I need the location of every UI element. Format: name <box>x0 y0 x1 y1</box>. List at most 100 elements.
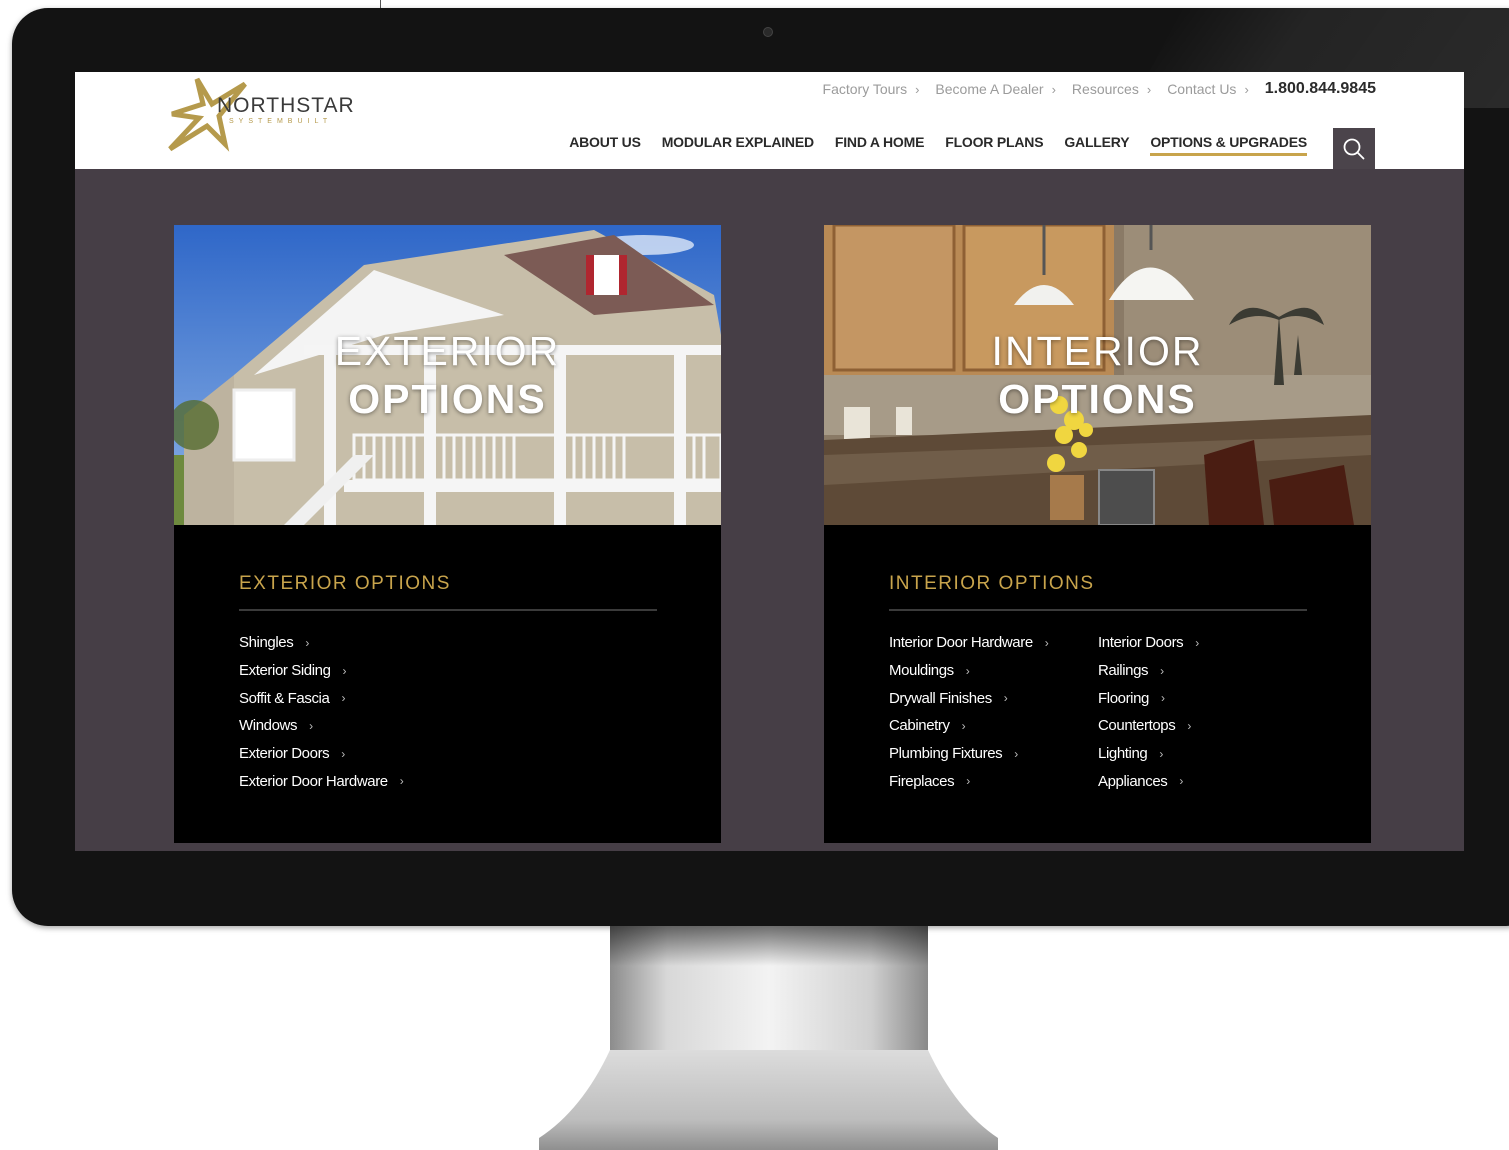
chevron-right-icon: › <box>1146 81 1152 97</box>
link-fireplaces[interactable]: Fireplaces › <box>889 767 1098 795</box>
interior-section-title: INTERIOR OPTIONS <box>889 573 1307 611</box>
link-exterior-door-hardware[interactable]: Exterior Door Hardware › <box>239 767 455 795</box>
link-label: Lighting <box>1098 745 1148 763</box>
link-label: Interior Door Hardware <box>889 634 1033 652</box>
link-exterior-doors[interactable]: Exterior Doors › <box>239 740 455 768</box>
hero-title-line2: OPTIONS <box>348 376 547 422</box>
link-cabinetry[interactable]: Cabinetry › <box>889 712 1098 740</box>
link-lighting[interactable]: Lighting › <box>1098 740 1307 768</box>
camera-icon <box>763 27 773 37</box>
interior-options-card: INTERIOR OPTIONS INTERIOR OPTIONS Interi… <box>824 225 1371 843</box>
phone-number[interactable]: 1.800.844.9845 <box>1265 80 1376 98</box>
link-interior-doors[interactable]: Interior Doors › <box>1098 629 1307 657</box>
nav-gallery[interactable]: GALLERY <box>1064 134 1129 156</box>
link-label: Mouldings <box>889 662 954 680</box>
link-windows[interactable]: Windows › <box>239 712 455 740</box>
link-label: Drywall Finishes <box>889 689 992 707</box>
link-label: Plumbing Fixtures <box>889 745 1003 763</box>
exterior-section-title: EXTERIOR OPTIONS <box>239 573 657 611</box>
interior-hero-title: INTERIOR OPTIONS <box>824 327 1371 423</box>
exterior-hero-image[interactable]: EXTERIOR OPTIONS <box>174 225 721 525</box>
stand-shadow <box>610 926 928 966</box>
util-link-contact-us[interactable]: Contact Us › <box>1167 81 1249 97</box>
link-label: Cabinetry <box>889 717 950 735</box>
nav-modular-explained[interactable]: MODULAR EXPLAINED <box>662 134 814 156</box>
hero-title-line1: INTERIOR <box>991 328 1204 374</box>
util-link-label: Become A Dealer <box>935 81 1044 97</box>
site-header: NORTHSTAR SYSTEMBUILT Factory Tours › Be… <box>75 72 1464 169</box>
link-flooring[interactable]: Flooring › <box>1098 684 1307 712</box>
search-button[interactable] <box>1333 128 1375 169</box>
link-shingles[interactable]: Shingles › <box>239 629 455 657</box>
chevron-right-icon: › <box>1179 774 1183 789</box>
utility-nav: Factory Tours › Become A Dealer › Resour… <box>807 80 1376 98</box>
link-label: Interior Doors <box>1098 634 1184 652</box>
chevron-right-icon: › <box>1051 81 1056 97</box>
link-label: Countertops <box>1098 717 1176 735</box>
link-plumbing-fixtures[interactable]: Plumbing Fixtures › <box>889 740 1098 768</box>
link-mouldings[interactable]: Mouldings › <box>889 657 1098 685</box>
util-link-become-a-dealer[interactable]: Become A Dealer › <box>935 81 1056 97</box>
chevron-right-icon: › <box>965 663 970 678</box>
chevron-right-icon: › <box>305 635 309 650</box>
monitor-stand-base <box>539 1050 998 1150</box>
chevron-right-icon: › <box>1003 691 1008 706</box>
link-column: Interior Doors › Railings › Flooring › Coun… <box>1098 629 1307 795</box>
chevron-right-icon: › <box>961 718 966 733</box>
chevron-right-icon: › <box>342 663 347 678</box>
link-label: Exterior Door Hardware <box>239 772 388 790</box>
logo[interactable]: NORTHSTAR SYSTEMBUILT <box>167 74 367 154</box>
main-nav: ABOUT US MODULAR EXPLAINED FIND A HOME F… <box>548 134 1307 156</box>
chevron-right-icon: › <box>1160 663 1164 678</box>
chevron-right-icon: › <box>1014 746 1018 761</box>
link-label: Shingles <box>239 634 294 652</box>
exterior-link-list: Shingles › Exterior Siding › Soffit & Fasc… <box>239 629 657 795</box>
util-link-label: Factory Tours <box>822 81 908 97</box>
link-label: Windows <box>239 717 298 735</box>
chevron-right-icon: › <box>309 718 313 733</box>
link-appliances[interactable]: Appliances › <box>1098 767 1307 795</box>
hero-title-line2: OPTIONS <box>998 376 1197 422</box>
link-exterior-siding[interactable]: Exterior Siding › <box>239 657 455 685</box>
link-label: Flooring <box>1098 689 1149 707</box>
link-railings[interactable]: Railings › <box>1098 657 1307 685</box>
hero-title-line1: EXTERIOR <box>334 328 561 374</box>
link-label: Fireplaces <box>889 772 955 790</box>
nav-options-upgrades[interactable]: OPTIONS & UPGRADES <box>1150 134 1307 156</box>
brand-tagline: SYSTEMBUILT <box>229 118 333 125</box>
chevron-right-icon: › <box>1195 635 1199 650</box>
link-interior-door-hardware[interactable]: Interior Door Hardware › <box>889 629 1098 657</box>
brand-name: NORTHSTAR <box>217 94 355 117</box>
util-link-resources[interactable]: Resources › <box>1072 81 1151 97</box>
interior-hero-image[interactable]: INTERIOR OPTIONS <box>824 225 1371 525</box>
search-icon <box>1343 138 1365 159</box>
link-label: Exterior Siding <box>239 662 331 680</box>
chevron-right-icon: › <box>1187 718 1191 733</box>
website-screen: NORTHSTAR SYSTEMBUILT Factory Tours › Be… <box>75 72 1464 851</box>
chevron-right-icon: › <box>341 746 345 761</box>
link-drywall-finishes[interactable]: Drywall Finishes › <box>889 684 1098 712</box>
link-label: Exterior Doors <box>239 745 330 763</box>
interior-link-list: Interior Door Hardware › Mouldings › Drywa… <box>889 629 1307 795</box>
link-countertops[interactable]: Countertops › <box>1098 712 1307 740</box>
chevron-right-icon: › <box>1159 746 1163 761</box>
nav-about-us[interactable]: ABOUT US <box>569 134 641 156</box>
nav-floor-plans[interactable]: FLOOR PLANS <box>945 134 1043 156</box>
chevron-right-icon: › <box>341 691 346 706</box>
chevron-right-icon: › <box>915 81 920 97</box>
exterior-options-card: EXTERIOR OPTIONS EXTERIOR OPTIONS Shingl… <box>174 225 721 843</box>
util-link-label: Resources <box>1071 81 1139 97</box>
util-link-label: Contact Us <box>1167 81 1237 97</box>
chevron-right-icon: › <box>1244 81 1249 97</box>
link-soffit-fascia[interactable]: Soffit & Fascia › <box>239 684 455 712</box>
nav-find-a-home[interactable]: FIND A HOME <box>835 134 925 156</box>
exterior-hero-title: EXTERIOR OPTIONS <box>174 327 721 423</box>
link-label: Soffit & Fascia <box>239 689 330 707</box>
link-label: Railings <box>1098 662 1149 680</box>
chevron-right-icon: › <box>399 774 404 789</box>
link-label: Appliances <box>1098 772 1168 790</box>
exterior-links-panel: EXTERIOR OPTIONS Shingles › Exterior Sidi… <box>239 525 657 795</box>
util-link-factory-tours[interactable]: Factory Tours › <box>823 81 920 97</box>
interior-links-panel: INTERIOR OPTIONS Interior Door Hardware ›… <box>889 525 1307 795</box>
link-column: Shingles › Exterior Siding › Soffit & Fasc… <box>239 629 455 795</box>
